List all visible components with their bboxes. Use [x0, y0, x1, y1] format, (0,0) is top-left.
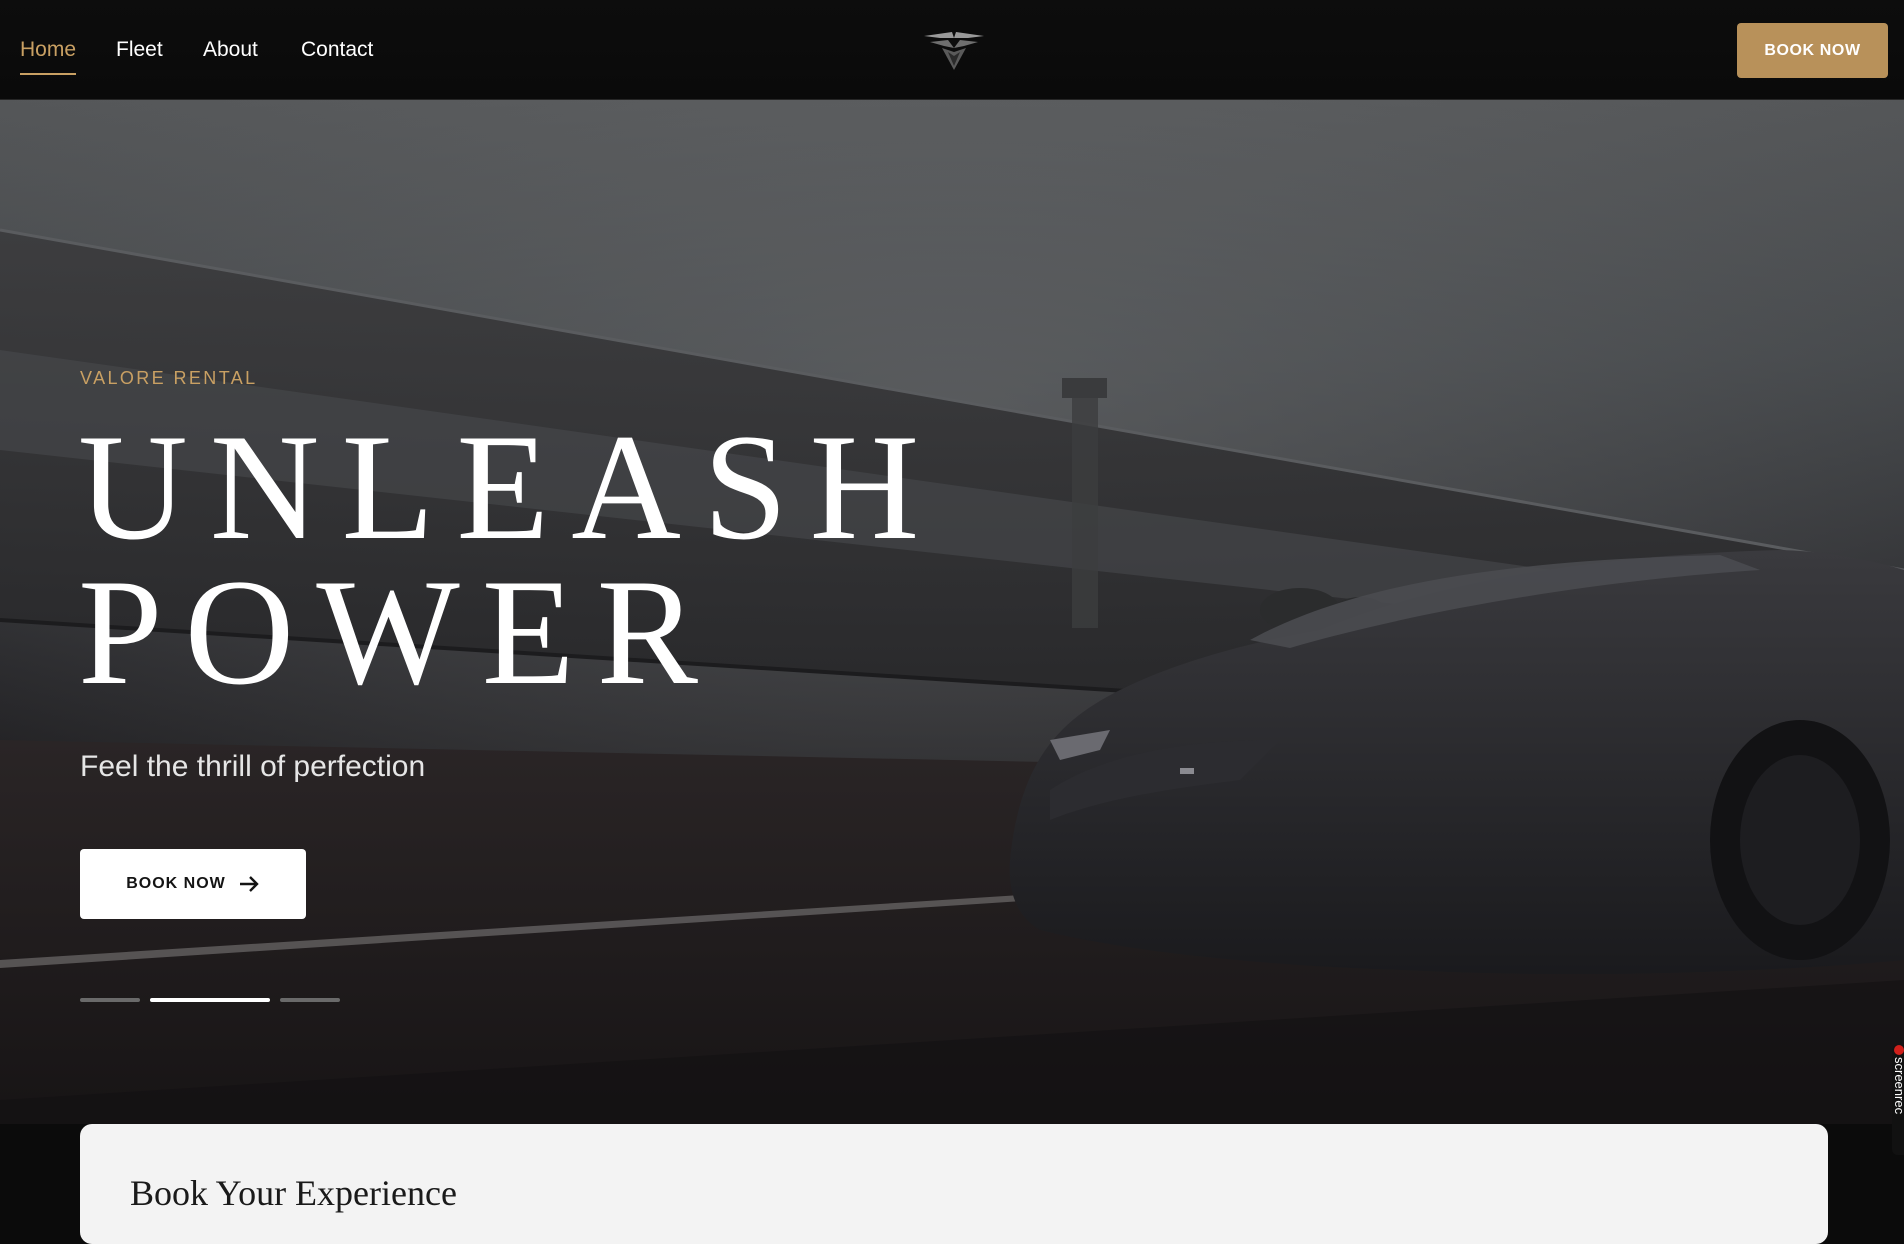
winged-emblem-logo-icon[interactable] [922, 26, 986, 72]
screenrec-side-tab[interactable]: screenrec [1892, 1045, 1904, 1155]
hero-book-now-button[interactable]: BOOK NOW [80, 849, 306, 919]
slide-dot-2[interactable] [150, 998, 270, 1002]
slide-dot-1[interactable] [80, 998, 140, 1002]
hero-section: VALORE RENTAL UNLEASH POWER Feel the thr… [0, 100, 1904, 1124]
hero-headline-line-2: POWER [78, 548, 720, 716]
hero-book-now-label: BOOK NOW [126, 875, 226, 892]
nav-link-about[interactable]: About [203, 38, 258, 62]
hero-headline-line-1: UNLEASH [78, 403, 942, 571]
nav-link-contact[interactable]: Contact [301, 38, 373, 62]
hero-eyebrow: VALORE RENTAL [80, 368, 258, 388]
active-nav-underline [20, 73, 76, 75]
slide-dot-3[interactable] [280, 998, 340, 1002]
hero-subline: Feel the thrill of perfection [80, 750, 426, 783]
nav-book-now-button[interactable]: BOOK NOW [1737, 23, 1888, 78]
screenrec-label: screenrec [1892, 1057, 1904, 1115]
nav-link-fleet[interactable]: Fleet [116, 38, 163, 62]
record-dot-icon [1894, 1045, 1904, 1055]
hero-headline: UNLEASH POWER [78, 411, 941, 708]
nav-link-home[interactable]: Home [20, 38, 76, 62]
booking-title: Book Your Experience [130, 1173, 457, 1213]
top-navigation: Home Fleet About Contact BOOK NOW [0, 0, 1904, 100]
arrow-right-icon [239, 876, 259, 892]
booking-card: Book Your Experience [80, 1124, 1828, 1244]
